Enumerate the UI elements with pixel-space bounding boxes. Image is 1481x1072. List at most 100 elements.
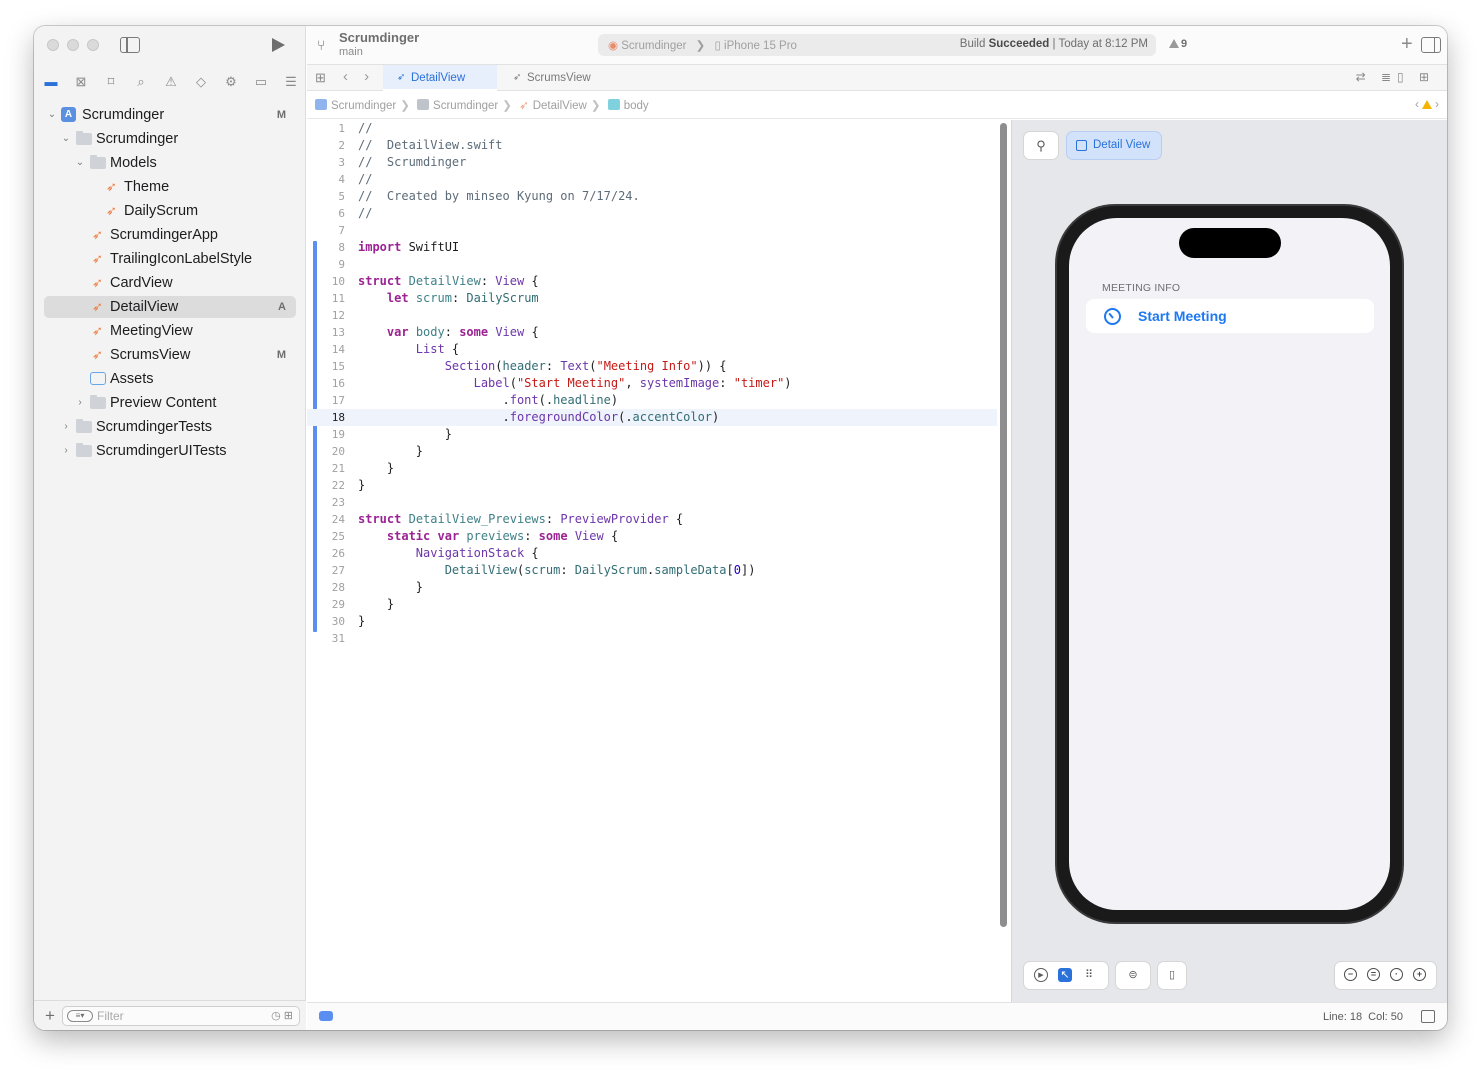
selectable-mode-icon[interactable]: ↖: [1058, 968, 1072, 982]
editor-status-bar: Line: 18 Col: 50: [307, 1002, 1447, 1030]
scm-badge: M: [276, 109, 286, 121]
zoom-out-icon[interactable]: −: [1344, 968, 1357, 981]
device-icon: ▯: [714, 40, 721, 52]
breadcrumb-item[interactable]: DetailView: [533, 100, 587, 112]
issue-navigation[interactable]: ‹ ›: [1415, 97, 1439, 111]
zoom-controls: − = · +: [1335, 962, 1436, 989]
chevron-right-icon[interactable]: ›: [60, 440, 72, 462]
jump-bar: Scrumdinger ❯ Scrumdinger ❯ ➶ DetailView ❯ b…: [307, 91, 1447, 119]
warnings-indicator[interactable]: 9: [1169, 38, 1187, 50]
close-window-button[interactable]: [47, 39, 59, 51]
project-title[interactable]: Scrumdinger: [339, 30, 419, 45]
preview-canvas: ⚲ Detail View MEETING INFO Start Meeting…: [1011, 120, 1447, 1002]
breadcrumb: Scrumdinger ❯ Scrumdinger ❯ ➶ DetailView ❯ b…: [315, 98, 649, 112]
breadcrumb-item[interactable]: body: [624, 100, 649, 112]
sidebar-toggle-icon[interactable]: [120, 37, 140, 53]
chevron-right-icon[interactable]: ›: [60, 416, 72, 438]
device-settings-button[interactable]: ⊜: [1116, 962, 1150, 989]
variants-icon[interactable]: ⠿: [1082, 968, 1096, 982]
branch-name[interactable]: main: [339, 46, 363, 58]
swift-file-icon: ➶: [92, 275, 103, 290]
chevron-down-icon[interactable]: ⌄: [60, 128, 72, 150]
library-button[interactable]: +: [1401, 33, 1413, 56]
code-line: 5// Created by minseo Kyung on 7/17/24.: [338, 189, 640, 203]
destination-name[interactable]: iPhone 15 Pro: [724, 40, 797, 52]
tree-item-project[interactable]: ⌄ A Scrumdinger M: [44, 104, 296, 126]
tree-item-file-selected[interactable]: ➶ DetailView A: [44, 296, 296, 318]
console-toggle-icon[interactable]: [1421, 1010, 1435, 1023]
add-file-button[interactable]: +: [45, 1006, 55, 1026]
zoom-window-button[interactable]: [87, 39, 99, 51]
minimize-window-button[interactable]: [67, 39, 79, 51]
source-editor[interactable]: 1// 2// DetailView.swift 3// Scrumdinger…: [307, 120, 997, 1002]
tree-item-label: MeetingView: [110, 323, 193, 339]
folder-icon[interactable]: ▬: [38, 70, 64, 94]
section-header: MEETING INFO: [1102, 282, 1181, 294]
code-line: 15 Section(header: Text("Meeting Info"))…: [331, 359, 727, 373]
tree-item-file[interactable]: ➶ ScrumsView M: [44, 344, 296, 366]
code-line: 14 List {: [331, 342, 460, 356]
related-items-icon[interactable]: ⊞: [315, 70, 326, 86]
chevron-right-icon[interactable]: ›: [74, 392, 86, 414]
code-line: 19 }: [331, 427, 452, 441]
code-line: 21 }: [331, 461, 395, 475]
issue-icon[interactable]: ⚠: [158, 70, 184, 94]
tab-detailview[interactable]: ➶ DetailView: [383, 65, 497, 91]
preview-icon: [1076, 140, 1087, 151]
tree-item-group[interactable]: ⌄ Scrumdinger: [44, 128, 296, 150]
pin-preview-button[interactable]: ⚲: [1024, 132, 1058, 159]
tab-scrumsview[interactable]: ➶ ScrumsView: [499, 65, 625, 91]
zoom-100-icon[interactable]: =: [1367, 968, 1380, 981]
editor-options-icon[interactable]: ⇄ ≣▯ ⊞: [1356, 70, 1435, 84]
chevron-down-icon[interactable]: ⌄: [74, 152, 86, 174]
editor-scrollbar[interactable]: [1000, 123, 1007, 927]
source-control-icon[interactable]: ⊠: [68, 70, 94, 94]
tree-item-file[interactable]: ➶ Theme: [44, 176, 296, 198]
filter-options-icon[interactable]: ≡▾: [67, 1010, 93, 1022]
code-line: 11 let scrum: DailyScrum: [331, 291, 539, 305]
folder-icon: [76, 131, 92, 145]
device-button[interactable]: ▯: [1158, 962, 1186, 989]
zoom-in-icon[interactable]: +: [1413, 968, 1426, 981]
column-number: Col: 50: [1368, 1011, 1403, 1023]
history-arrows[interactable]: ‹ ›: [343, 68, 375, 85]
test-icon[interactable]: ◇: [188, 70, 214, 94]
preview-label: Detail View: [1093, 139, 1151, 151]
zoom-fit-icon[interactable]: ·: [1390, 968, 1403, 981]
xcode-window: ▬ ⊠ ⌑ ⌕ ⚠ ◇ ⚙ ▭ ☰ ⌄ A Scrumdinger M ⌄ Sc…: [34, 26, 1447, 1030]
recent-files-icon[interactable]: ◷ ⊞: [271, 1009, 293, 1022]
tree-item-group[interactable]: ⌄ Models: [44, 152, 296, 174]
code-line: 16 Label("Start Meeting", systemImage: "…: [331, 376, 792, 390]
tree-item-assets[interactable]: Assets: [44, 368, 296, 390]
tree-item-file[interactable]: ➶ TrailingIconLabelStyle: [44, 248, 296, 270]
inspector-toggle-icon[interactable]: [1421, 37, 1441, 53]
run-button[interactable]: [272, 38, 285, 52]
folder-icon: [90, 395, 106, 409]
tree-item-group[interactable]: › Preview Content: [44, 392, 296, 414]
breakpoint-icon[interactable]: ▭: [248, 70, 274, 94]
filter-input[interactable]: ≡▾ Filter ◷ ⊞: [62, 1006, 300, 1026]
tree-item-file[interactable]: ➶ DailyScrum: [44, 200, 296, 222]
settings-toggle-icon: ⊜: [1128, 969, 1138, 981]
scheme-selector[interactable]: ◉ Scrumdinger ❯ ▯ iPhone 15 Pro: [608, 38, 797, 52]
tree-item-file[interactable]: ➶ MeetingView: [44, 320, 296, 342]
debug-icon[interactable]: ⚙: [218, 70, 244, 94]
tree-item-label: Models: [110, 155, 157, 171]
code-line: 26 NavigationStack {: [331, 546, 539, 560]
assets-icon: [90, 372, 106, 385]
start-meeting-cell[interactable]: Start Meeting: [1086, 299, 1374, 333]
report-icon[interactable]: ☰: [278, 70, 304, 94]
tree-item-group[interactable]: › ScrumdingerTests: [44, 416, 296, 438]
bookmark-icon[interactable]: ⌑: [98, 70, 124, 94]
breadcrumb-item[interactable]: Scrumdinger: [331, 100, 396, 112]
tree-item-group[interactable]: › ScrumdingerUITests: [44, 440, 296, 462]
breadcrumb-item[interactable]: Scrumdinger: [433, 100, 498, 112]
search-icon[interactable]: ⌕: [128, 70, 154, 94]
live-preview-icon[interactable]: ▶: [1034, 968, 1048, 982]
preview-selector-button[interactable]: Detail View: [1067, 132, 1161, 159]
tree-item-file[interactable]: ➶ ScrumdingerApp: [44, 224, 296, 246]
scheme-name[interactable]: Scrumdinger: [621, 40, 686, 52]
debug-area-toggle-icon[interactable]: [319, 1011, 333, 1021]
chevron-down-icon[interactable]: ⌄: [46, 104, 58, 126]
tree-item-file[interactable]: ➶ CardView: [44, 272, 296, 294]
